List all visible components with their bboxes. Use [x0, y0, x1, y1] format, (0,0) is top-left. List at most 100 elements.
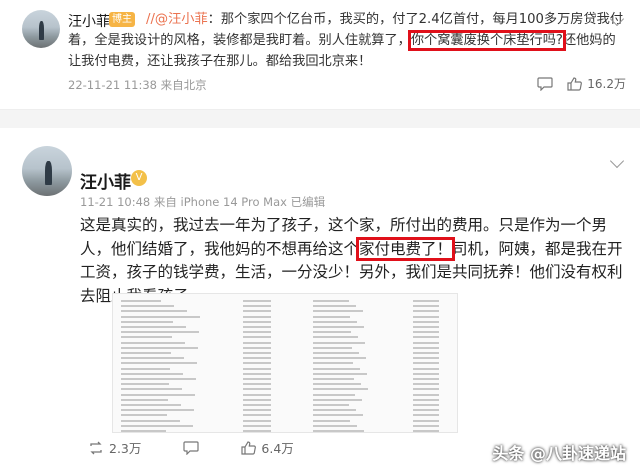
screenshot-text-line — [313, 346, 352, 349]
screenshot-text-line — [243, 372, 271, 375]
screenshot-text-line — [313, 409, 356, 412]
repost-icon — [90, 441, 102, 454]
screenshot-text-line — [313, 398, 362, 401]
screenshot-text-line — [243, 346, 271, 349]
screenshot-text-line — [243, 315, 271, 318]
screenshot-text-line — [243, 336, 271, 339]
screenshot-text-line — [413, 352, 439, 354]
screenshot-text-line — [243, 362, 271, 365]
screenshot-text-line — [313, 320, 357, 323]
chevron-down-icon[interactable] — [609, 153, 625, 169]
like-button[interactable]: 6.4万 — [241, 438, 294, 457]
screenshot-text-line — [313, 367, 360, 370]
screenshot-text-line — [313, 352, 359, 354]
screenshot-text-line — [243, 367, 271, 370]
screenshot-text-line — [413, 336, 439, 339]
screenshot-text-line — [121, 362, 197, 365]
screenshot-text-line — [413, 315, 439, 318]
blogger-badge: 博主 — [109, 12, 135, 27]
screenshot-text-line — [313, 404, 349, 406]
avatar[interactable] — [22, 146, 72, 196]
screenshot-text-line — [243, 424, 271, 427]
screenshot-text-line — [243, 300, 271, 302]
screenshot-text-line — [413, 404, 439, 406]
screenshot-text-line — [413, 393, 439, 396]
screenshot-text-line — [243, 326, 271, 328]
comment-button[interactable] — [537, 76, 553, 91]
username[interactable]: 汪小菲 — [80, 168, 131, 193]
screenshot-text-line — [313, 310, 363, 313]
screenshot-text-line — [243, 419, 271, 422]
screenshot-text-line — [313, 357, 366, 360]
screenshot-text-line — [413, 331, 439, 334]
screenshot-text-line — [413, 424, 439, 427]
screenshot-text-line — [313, 331, 351, 334]
screenshot-text-line — [413, 414, 439, 417]
screenshot-text-line — [121, 409, 194, 412]
screenshot-text-line — [243, 357, 271, 360]
screenshot-text-line — [121, 336, 172, 339]
screenshot-text-line — [243, 331, 271, 334]
screenshot-text-line — [121, 414, 167, 417]
screenshot-text-line — [413, 300, 439, 302]
screenshot-text-line — [413, 409, 439, 412]
verified-badge: V — [131, 170, 147, 186]
screenshot-text-line — [243, 404, 271, 406]
screenshot-text-line — [413, 430, 439, 432]
screenshot-text-line — [413, 419, 439, 422]
screenshot-text-line — [313, 300, 349, 302]
screenshot-text-line — [121, 383, 169, 386]
screenshot-text-line — [413, 310, 439, 313]
screenshot-text-line — [313, 424, 357, 427]
screenshot-text-line — [243, 305, 271, 308]
comment-icon — [183, 440, 199, 455]
screenshot-text-line — [121, 326, 186, 328]
screenshot-text-line — [121, 419, 180, 422]
screenshot-text-line — [313, 430, 364, 432]
screenshot-text-line — [413, 398, 439, 401]
like-button[interactable]: 16.2万 — [567, 75, 626, 92]
screenshot-text-line — [313, 383, 361, 386]
screenshot-text-line — [413, 320, 439, 323]
screenshot-text-line — [121, 372, 183, 375]
screenshot-text-line — [121, 315, 200, 318]
screenshot-text-line — [243, 388, 271, 391]
screenshot-text-line — [413, 378, 439, 380]
username[interactable]: 汪小菲 — [68, 11, 110, 31]
avatar[interactable] — [22, 10, 60, 48]
post-text: //@汪小菲：那个家四个亿台币，我买的，付了2.4亿首付，每月100多万房贷我付… — [68, 9, 628, 72]
screenshot-text-line — [121, 305, 174, 308]
screenshot-text-line — [121, 352, 171, 354]
screenshot-text-line — [243, 430, 271, 432]
screenshot-text-line — [121, 357, 184, 360]
repost-button[interactable]: 2.3万 — [88, 438, 141, 457]
screenshot-text-line — [413, 305, 439, 308]
screenshot-text-line — [121, 430, 166, 432]
screenshot-text-line — [121, 398, 168, 401]
post-actions: 16.2万 — [537, 75, 626, 92]
screenshot-text-line — [121, 404, 181, 406]
post-actions: 2.3万 6.4万 — [88, 438, 294, 457]
comment-button[interactable] — [183, 438, 199, 457]
user-mention[interactable]: //@汪小菲 — [146, 12, 208, 27]
screenshot-text-line — [121, 378, 196, 380]
screenshot-text-line — [313, 378, 354, 380]
screenshot-text-line — [313, 419, 350, 422]
screenshot-text-line — [413, 367, 439, 370]
screenshot-text-line — [313, 393, 355, 396]
comment-icon — [537, 76, 553, 91]
thumbs-up-icon — [567, 76, 583, 91]
post-card-1: //@汪小菲：那个家四个亿台币，我买的，付了2.4亿首付，每月100多万房贷我付… — [0, 0, 640, 110]
watermark: 头条 @八卦速递站 — [492, 444, 626, 463]
screenshot-text-line — [243, 398, 271, 401]
screenshot-text-line — [121, 341, 185, 344]
screenshot-text-line — [413, 341, 439, 344]
screenshot-text-line — [121, 320, 173, 323]
post-meta: 22-11-21 11:38 来自北京 — [68, 78, 207, 92]
attached-screenshot[interactable] — [112, 293, 458, 433]
screenshot-text-line — [243, 310, 271, 313]
screenshot-text-line — [413, 357, 439, 360]
screenshot-text-line — [243, 320, 271, 323]
screenshot-text-line — [121, 331, 199, 334]
screenshot-text-line — [243, 414, 271, 417]
